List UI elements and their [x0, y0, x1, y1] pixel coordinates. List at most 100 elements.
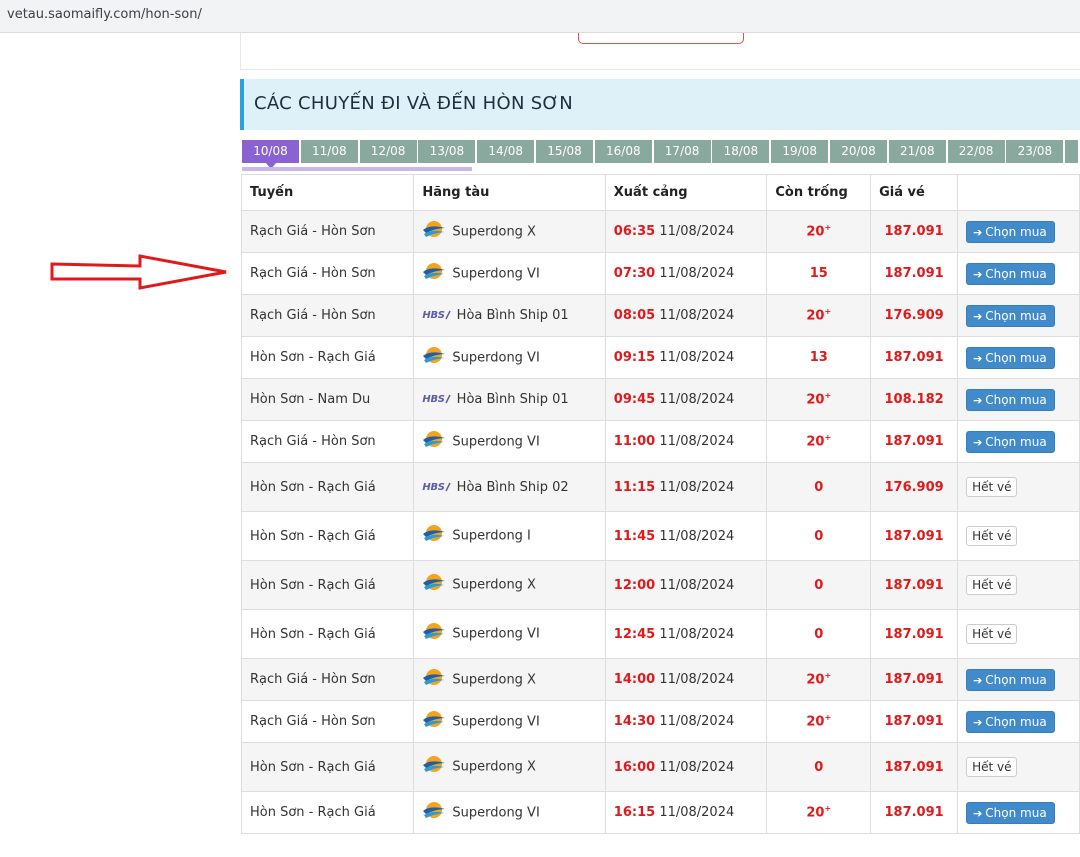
action-cell: ➔ Chọn mua: [957, 420, 1080, 463]
superdong-logo-icon: [422, 755, 446, 779]
departure-cell: 11:45 11/08/2024: [604, 511, 768, 561]
price-cell: 176.909: [870, 294, 959, 337]
buy-button[interactable]: ➔ Chọn mua: [966, 388, 1055, 411]
buy-button[interactable]: ➔ Chọn mua: [966, 430, 1055, 453]
departure-date: 11/08/2024: [659, 626, 735, 642]
price-cell: 187.091: [870, 658, 959, 701]
date-tab-14-08[interactable]: 14/08: [477, 140, 536, 163]
date-tab-22-08[interactable]: 22/08: [947, 140, 1006, 163]
table-header-row: Tuyến Hãng tàu Xuất cảng Còn trống Giá v…: [240, 174, 1080, 211]
route-cell: Rạch Giá - Hòn Sơn: [240, 210, 415, 253]
departure-time: 12:00: [613, 577, 656, 593]
seats-value: 20: [806, 805, 825, 821]
table-row: Hòn Sơn - Nam Du HBS Hòa Bình Ship 01 09:45…: [240, 378, 1080, 421]
sold-out-button[interactable]: Hết vé: [966, 757, 1018, 777]
sold-out-button[interactable]: Hết vé: [966, 477, 1018, 497]
buy-button[interactable]: ➔ Chọn mua: [966, 220, 1055, 243]
departure-cell: 08:05 11/08/2024: [604, 294, 768, 337]
buy-label: Chọn mua: [985, 350, 1047, 365]
action-cell: ➔ Chọn mua: [957, 700, 1080, 743]
table-row: Hòn Sơn - Rạch Giá Superdong VI 09:15 11/0…: [240, 336, 1080, 379]
date-tab-11-08[interactable]: 11/08: [300, 140, 359, 163]
trips-table: Tuyến Hãng tàu Xuất cảng Còn trống Giá v…: [240, 174, 1080, 834]
route-cell: Hòn Sơn - Rạch Giá: [240, 462, 415, 512]
buy-label: Chọn mua: [985, 308, 1047, 323]
action-cell: Hết vé: [957, 609, 1080, 659]
date-tab-20-08[interactable]: 20/08: [830, 140, 888, 163]
date-tab-bar: 10/08 11/08 12/08 13/08 14/08 15/08 16/08 17/08…: [242, 140, 1080, 169]
seats-cell: 0: [766, 462, 872, 512]
sold-out-button[interactable]: Hết vé: [966, 624, 1018, 644]
ship-cell: Superdong X: [413, 742, 606, 792]
buy-label: Chọn mua: [985, 266, 1047, 281]
ship-name: Superdong VI: [452, 714, 540, 729]
route-cell: Rạch Giá - Hòn Sơn: [240, 252, 415, 295]
date-tab-10-08[interactable]: 10/08: [242, 140, 300, 169]
date-tab-21-08[interactable]: 21/08: [888, 140, 947, 163]
buy-label: Chọn mua: [985, 805, 1047, 820]
route-cell: Hòn Sơn - Rạch Giá: [240, 791, 415, 834]
table-row: Hòn Sơn - Rạch Giá Superdong VI 12:45 11/0…: [240, 609, 1080, 659]
route-cell: Rạch Giá - Hòn Sơn: [240, 294, 415, 337]
sold-out-button[interactable]: Hết vé: [966, 575, 1018, 595]
buy-button[interactable]: ➔ Chọn mua: [966, 304, 1055, 327]
price-cell: 187.091: [870, 511, 959, 561]
price-cell: 187.091: [870, 609, 959, 659]
seats-value: 15: [809, 266, 828, 281]
action-cell: ➔ Chọn mua: [957, 378, 1080, 421]
plus-icon: +: [824, 713, 832, 723]
browser-address-bar[interactable]: vetau.saomaifly.com/hon-son/: [0, 0, 1080, 33]
departure-time: 12:45: [613, 626, 656, 642]
url-text[interactable]: vetau.saomaifly.com/hon-son/: [7, 7, 202, 22]
red-outline-arrow-icon: [50, 254, 227, 290]
buy-button[interactable]: ➔ Chọn mua: [966, 346, 1055, 369]
date-tab-partial[interactable]: [1065, 140, 1080, 163]
buy-button[interactable]: ➔ Chọn mua: [966, 710, 1055, 733]
ship-cell: Superdong VI: [413, 609, 606, 659]
ship-cell: HBS Hòa Bình Ship 01: [413, 294, 606, 337]
hbs-logo-icon: HBS: [422, 394, 451, 405]
seats-cell: 20+: [766, 210, 872, 253]
departure-time: 07:30: [613, 266, 656, 281]
superdong-logo-icon: [422, 262, 446, 286]
top-partial-button[interactable]: [578, 33, 744, 44]
seats-cell: 20+: [766, 791, 872, 834]
route-cell: Hòn Sơn - Nam Du: [240, 378, 415, 421]
ship-name: Superdong VI: [452, 805, 540, 820]
action-cell: ➔ Chọn mua: [957, 658, 1080, 701]
buy-button[interactable]: ➔ Chọn mua: [966, 262, 1055, 285]
price-cell: 187.091: [870, 252, 959, 295]
buy-button[interactable]: ➔ Chọn mua: [966, 668, 1055, 691]
date-tab-13-08[interactable]: 13/08: [418, 140, 477, 163]
buy-button[interactable]: ➔ Chọn mua: [966, 801, 1055, 824]
date-tab-16-08[interactable]: 16/08: [594, 140, 653, 163]
table-row: Rạch Giá - Hòn Sơn Superdong VI 07:30 11/0…: [240, 252, 1080, 295]
route-cell: Hòn Sơn - Rạch Giá: [240, 742, 415, 792]
date-tab-15-08[interactable]: 15/08: [536, 140, 594, 163]
plus-icon: +: [824, 223, 832, 233]
ship-cell: HBS Hòa Bình Ship 01: [413, 378, 606, 421]
departure-date: 11/08/2024: [659, 714, 735, 729]
arrow-right-icon: ➔: [973, 225, 983, 239]
seats-value: 0: [814, 759, 824, 775]
superdong-logo-icon: [422, 220, 446, 244]
ship-name: Superdong I: [452, 528, 531, 544]
plus-icon: +: [824, 433, 832, 443]
table-row: Hòn Sơn - Rạch Giá Superdong VI 16:15 11/0…: [240, 791, 1080, 834]
departure-date: 11/08/2024: [659, 528, 735, 544]
header-departure: Xuất cảng: [604, 174, 768, 211]
date-tab-23-08[interactable]: 23/08: [1006, 140, 1065, 163]
date-tab-19-08[interactable]: 19/08: [771, 140, 830, 163]
seats-value: 20: [806, 224, 825, 240]
departure-cell: 07:30 11/08/2024: [604, 252, 768, 295]
seats-cell: 0: [766, 560, 872, 610]
departure-time: 14:30: [613, 714, 656, 729]
sold-out-button[interactable]: Hết vé: [966, 526, 1018, 546]
seats-cell: 0: [766, 609, 872, 659]
buy-label: Chọn mua: [985, 714, 1047, 729]
departure-time: 06:35: [613, 224, 656, 239]
date-tab-18-08[interactable]: 18/08: [712, 140, 771, 163]
date-tab-12-08[interactable]: 12/08: [359, 140, 418, 163]
date-tab-17-08[interactable]: 17/08: [653, 140, 712, 163]
route-cell: Hòn Sơn - Rạch Giá: [240, 609, 415, 659]
